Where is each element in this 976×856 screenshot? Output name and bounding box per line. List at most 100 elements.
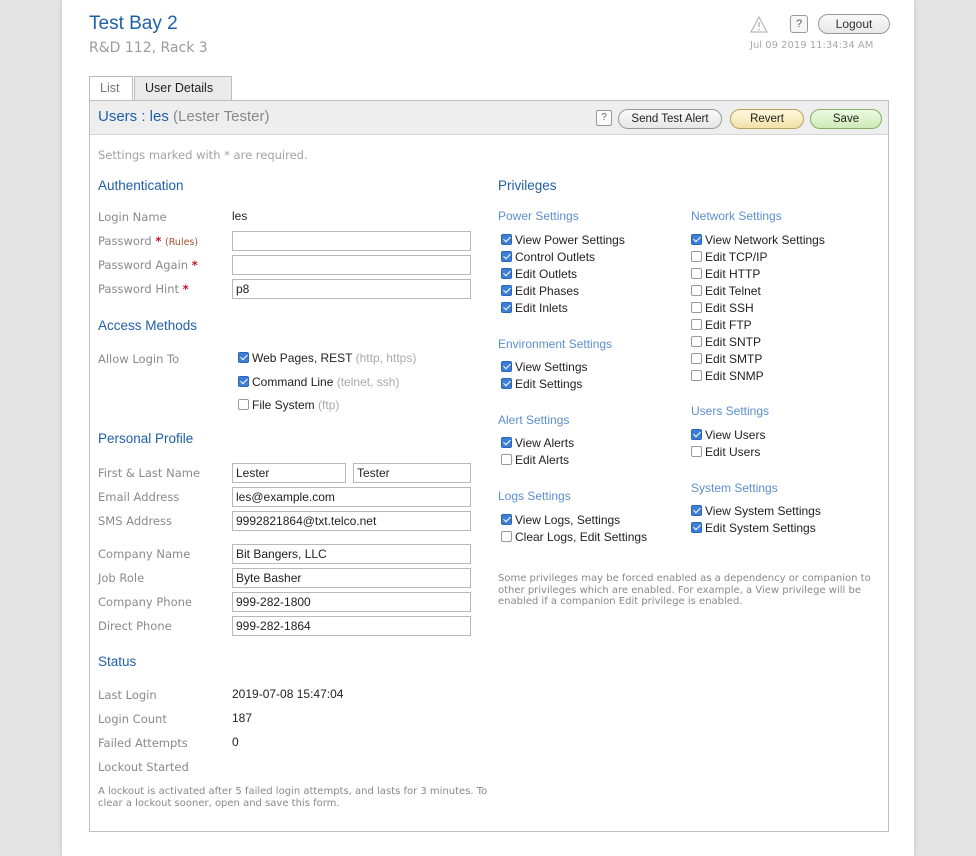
save-button[interactable]: Save <box>810 109 882 129</box>
priv-label: Control Outlets <box>515 250 596 264</box>
priv-view-logs[interactable]: View Logs, Settings <box>501 513 620 527</box>
send-test-alert-button[interactable]: Send Test Alert <box>618 109 722 129</box>
checkbox-checked[interactable] <box>691 522 702 533</box>
email-field[interactable]: les@example.com <box>232 487 471 507</box>
first-name-field[interactable]: Lester <box>232 463 346 483</box>
priv-edit-inlets[interactable]: Edit Inlets <box>501 301 568 315</box>
sms-field[interactable]: 9992821864@txt.telco.net <box>232 511 471 531</box>
priv-edit-phases[interactable]: Edit Phases <box>501 284 579 298</box>
priv-edit-ftp[interactable]: Edit FTP <box>691 318 752 332</box>
priv-view-power-settings[interactable]: View Power Settings <box>501 233 625 247</box>
priv-view-system-settings[interactable]: View System Settings <box>691 504 821 518</box>
direct-phone-field[interactable]: 999-282-1864 <box>232 616 471 636</box>
priv-label: Edit Settings <box>515 377 583 391</box>
alert-settings-heading: Alert Settings <box>498 413 570 427</box>
priv-edit-smtp[interactable]: Edit SMTP <box>691 352 762 366</box>
checkbox-unchecked[interactable] <box>501 531 512 542</box>
checkbox-unchecked[interactable] <box>691 370 702 381</box>
priv-label: Edit Outlets <box>515 267 578 281</box>
checkbox-checked[interactable] <box>501 514 512 525</box>
job-role-label: Job Role <box>98 571 145 585</box>
tab-user-details[interactable]: User Details <box>134 76 232 100</box>
checkbox-checked[interactable] <box>691 234 702 245</box>
company-phone-label: Company Phone <box>98 595 192 609</box>
checkbox-checked[interactable] <box>501 437 512 448</box>
checkbox-checked[interactable] <box>501 302 512 313</box>
priv-label: View System Settings <box>705 504 821 518</box>
checkbox-unchecked[interactable] <box>691 353 702 364</box>
email-label: Email Address <box>98 490 180 504</box>
checkbox-checked[interactable] <box>501 234 512 245</box>
help-icon[interactable]: ? <box>790 15 808 33</box>
option-label: File System <box>252 398 315 412</box>
last-name-field[interactable]: Tester <box>353 463 471 483</box>
panel-header: Users : les (Lester Tester) ? Send Test … <box>90 101 888 135</box>
checkbox-checked[interactable] <box>501 378 512 389</box>
priv-edit-alerts[interactable]: Edit Alerts <box>501 453 569 467</box>
checkbox-checked[interactable] <box>691 505 702 516</box>
priv-label: Clear Logs, Edit Settings <box>515 530 648 544</box>
logout-button[interactable]: Logout <box>818 14 890 34</box>
privileges-note: Some privileges may be forced enabled as… <box>498 573 871 607</box>
login-option-web[interactable]: Web Pages, REST (http, https) <box>238 351 416 365</box>
priv-edit-system-settings[interactable]: Edit System Settings <box>691 521 816 535</box>
priv-label: View Logs, Settings <box>515 513 621 527</box>
login-option-cli[interactable]: Command Line (telnet, ssh) <box>238 375 399 389</box>
priv-label: View Settings <box>515 360 588 374</box>
password-rules-link[interactable]: (Rules) <box>165 237 198 248</box>
priv-edit-users[interactable]: Edit Users <box>691 445 760 459</box>
priv-clear-logs[interactable]: Clear Logs, Edit Settings <box>501 530 647 544</box>
required-star: * <box>155 234 162 248</box>
priv-label: Edit Telnet <box>705 284 761 298</box>
company-label: Company Name <box>98 547 191 561</box>
checkbox-checked[interactable] <box>238 352 249 363</box>
checkbox-unchecked[interactable] <box>691 268 702 279</box>
checkbox-checked[interactable] <box>501 285 512 296</box>
priv-edit-sntp[interactable]: Edit SNTP <box>691 335 761 349</box>
password-hint-field[interactable]: p8 <box>232 279 471 299</box>
priv-edit-outlets[interactable]: Edit Outlets <box>501 267 577 281</box>
priv-edit-tcpip[interactable]: Edit TCP/IP <box>691 250 767 264</box>
checkbox-checked[interactable] <box>501 268 512 279</box>
priv-control-outlets[interactable]: Control Outlets <box>501 250 595 264</box>
tab-list[interactable]: List <box>89 76 133 100</box>
priv-edit-settings[interactable]: Edit Settings <box>501 377 582 391</box>
checkbox-unchecked[interactable] <box>238 399 249 410</box>
checkbox-unchecked[interactable] <box>691 302 702 313</box>
personal-profile-heading: Personal Profile <box>98 431 194 446</box>
password-label: Password * (Rules) <box>98 234 198 248</box>
password-again-field[interactable] <box>232 255 471 275</box>
priv-edit-telnet[interactable]: Edit Telnet <box>691 284 761 298</box>
company-phone-field[interactable]: 999-282-1800 <box>232 592 471 612</box>
checkbox-checked[interactable] <box>501 251 512 262</box>
checkbox-unchecked[interactable] <box>501 454 512 465</box>
last-login-value: 2019-07-08 15:47:04 <box>232 687 344 701</box>
checkbox-checked[interactable] <box>238 376 249 387</box>
priv-view-users[interactable]: View Users <box>691 428 765 442</box>
priv-edit-ssh[interactable]: Edit SSH <box>691 301 754 315</box>
login-option-ftp[interactable]: File System (ftp) <box>238 398 339 412</box>
priv-label: Edit TCP/IP <box>705 250 768 264</box>
page: Test Bay 2 R&D 112, Rack 3 ? Logout Jul … <box>62 0 914 856</box>
checkbox-unchecked[interactable] <box>691 251 702 262</box>
warning-icon[interactable] <box>750 15 768 33</box>
checkbox-unchecked[interactable] <box>691 285 702 296</box>
checkbox-checked[interactable] <box>691 429 702 440</box>
company-field[interactable]: Bit Bangers, LLC <box>232 544 471 564</box>
last-login-label: Last Login <box>98 688 157 702</box>
priv-view-network-settings[interactable]: View Network Settings <box>691 233 825 247</box>
sms-label: SMS Address <box>98 514 172 528</box>
job-role-field[interactable]: Byte Basher <box>232 568 471 588</box>
priv-edit-snmp[interactable]: Edit SNMP <box>691 369 764 383</box>
revert-button[interactable]: Revert <box>730 109 804 129</box>
priv-edit-http[interactable]: Edit HTTP <box>691 267 760 281</box>
priv-view-settings[interactable]: View Settings <box>501 360 588 374</box>
priv-view-alerts[interactable]: View Alerts <box>501 436 574 450</box>
panel-help-icon[interactable]: ? <box>596 110 612 126</box>
password-again-label: Password Again * <box>98 258 198 272</box>
checkbox-unchecked[interactable] <box>691 319 702 330</box>
checkbox-checked[interactable] <box>501 361 512 372</box>
checkbox-unchecked[interactable] <box>691 336 702 347</box>
checkbox-unchecked[interactable] <box>691 446 702 457</box>
password-field[interactable] <box>232 231 471 251</box>
